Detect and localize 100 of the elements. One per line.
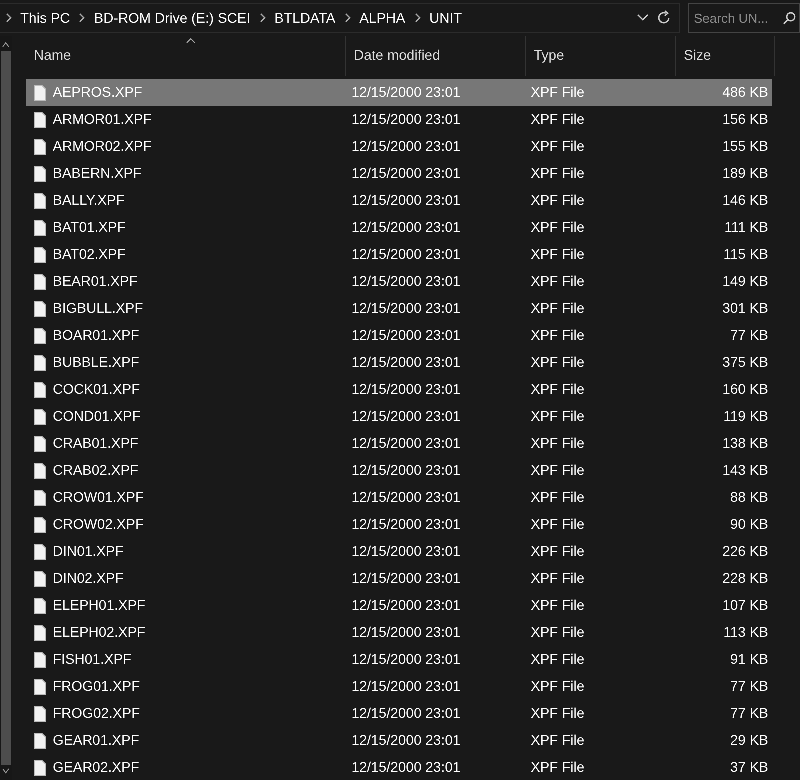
file-size: 29 KB [730,732,768,748]
file-row[interactable]: CRAB02.XPF 12/15/2000 23:01 XPF File 143 KB [26,457,772,484]
column-header[interactable]: Date modified [346,36,526,76]
file-size: 115 KB [724,246,768,262]
file-icon [34,408,46,425]
file-type: XPF File [530,84,585,100]
file-row[interactable]: BEAR01.XPF 12/15/2000 23:01 XPF File 149 KB [26,268,772,296]
refresh-icon[interactable] [656,10,672,26]
file-row[interactable]: BUBBLE.XPF 12/15/2000 23:01 XPF File 375 KB [26,349,772,376]
file-row[interactable]: ELEPH01.XPF 12/15/2000 23:01 XPF File 107 KB [26,592,772,620]
file-name: ARMOR02.XPF [53,137,152,156]
file-row[interactable]: BIGBULL.XPF 12/15/2000 23:01 XPF File 301 KB [26,295,772,322]
chevron-icon [4,13,14,23]
file-row[interactable]: DIN02.XPF 12/15/2000 23:01 XPF File 228 KB [26,565,772,592]
file-row[interactable]: BOAR01.XPF 12/15/2000 23:01 XPF File 77 KB [26,322,772,350]
file-icon [34,544,46,560]
file-icon [34,624,46,641]
file-type: XPF File [530,597,585,614]
breadcrumb-item[interactable]: BTLDATA [274,8,336,28]
file-type: XPF File [530,705,585,722]
file-row[interactable]: ARMOR02.XPF 12/15/2000 23:01 XPF File 155 KB [26,133,772,160]
file-type: XPF File [530,381,585,398]
file-row[interactable]: GEAR02.XPF 12/15/2000 23:01 XPF File 37 KB [26,754,772,780]
file-row[interactable]: ARMOR01.XPF 12/15/2000 23:01 XPF File 156 KB [26,106,772,134]
file-name: BAT02.XPF [53,245,126,264]
file-type: XPF File [530,192,585,208]
breadcrumb-item[interactable]: BD-ROM Drive (E:) SCEI [94,8,251,28]
file-icon [34,516,46,533]
file-size: 37 KB [730,759,768,776]
file-type: XPF File [530,543,585,560]
file-size: 156 KB [722,111,768,128]
scroll-up-icon[interactable] [2,42,10,48]
file-type: XPF File [530,489,585,506]
file-icon [34,436,46,452]
file-size: 111 KB [724,219,768,236]
scroll-down-icon[interactable] [2,768,10,774]
date-modified: 12/15/2000 23:01 [352,462,461,478]
date-modified: 12/15/2000 23:01 [352,300,461,316]
file-row[interactable]: BAT02.XPF 12/15/2000 23:01 XPF File 115 KB [26,241,772,268]
search-field[interactable]: Search UN... [688,3,800,33]
file-name: ELEPH01.XPF [53,596,146,616]
file-type: XPF File [530,111,585,128]
file-row[interactable]: CROW02.XPF 12/15/2000 23:01 XPF File 90 KB [26,511,772,538]
column-header[interactable]: Type [526,36,676,76]
breadcrumb-item[interactable]: UNIT [430,8,462,28]
file-row[interactable]: FROG02.XPF 12/15/2000 23:01 XPF File 77 KB [26,700,772,728]
address-bar[interactable]: This PC BD-ROM Drive (E:) SCEI BTLDATA ALPHA UNIT [0,3,680,33]
file-row[interactable]: CROW01.XPF 12/15/2000 23:01 XPF File 88 KB [26,484,772,512]
file-row[interactable]: AEPROS.XPF 12/15/2000 23:01 XPF File 486 KB [26,79,772,106]
file-row[interactable]: BAT01.XPF 12/15/2000 23:01 XPF File 111 KB [26,214,772,242]
file-type: XPF File [530,327,585,344]
file-name: BABERN.XPF [53,164,142,184]
breadcrumb-item[interactable]: ALPHA [360,8,406,28]
file-name: ARMOR01.XPF [53,110,152,130]
file-row[interactable]: BABERN.XPF 12/15/2000 23:01 XPF File 189 KB [26,160,772,188]
file-type: XPF File [530,165,585,182]
file-row[interactable]: FROG01.XPF 12/15/2000 23:01 XPF File 77 KB [26,673,772,700]
file-name: COND01.XPF [53,407,141,426]
date-modified: 12/15/2000 23:01 [352,138,461,154]
date-modified: 12/15/2000 23:01 [352,705,461,722]
file-icon [34,220,46,236]
breadcrumb-item[interactable]: This PC [20,8,70,28]
date-modified: 12/15/2000 23:01 [352,246,461,262]
file-name: BOAR01.XPF [53,326,140,346]
file-row[interactable]: GEAR01.XPF 12/15/2000 23:01 XPF File 29 KB [26,727,772,754]
file-size: 149 KB [722,273,768,290]
file-type: XPF File [530,462,585,478]
search-icon [783,12,796,25]
file-row[interactable]: FISH01.XPF 12/15/2000 23:01 XPF File 91 KB [26,646,772,674]
chevron-icon [258,13,268,23]
file-icon [34,678,46,695]
file-type: XPF File [530,354,585,370]
column-header[interactable]: Size [676,36,775,76]
file-icon [34,112,46,128]
file-size: 146 KB [722,192,768,208]
chevron-icon [77,13,88,23]
date-modified: 12/15/2000 23:01 [352,192,461,208]
file-icon [34,274,46,290]
file-name: FROG01.XPF [53,677,140,696]
date-modified: 12/15/2000 23:01 [352,435,461,452]
file-row[interactable]: BALLY.XPF 12/15/2000 23:01 XPF File 146 KB [26,187,772,214]
file-type: XPF File [530,273,585,290]
file-type: XPF File [530,678,585,694]
file-icon [34,246,46,263]
file-row[interactable]: CRAB01.XPF 12/15/2000 23:01 XPF File 138 KB [26,430,772,458]
file-row[interactable]: ELEPH02.XPF 12/15/2000 23:01 XPF File 113 KB [26,619,772,646]
file-type: XPF File [530,732,585,748]
chevron-icon [342,13,353,23]
column-header[interactable]: Name [26,36,346,76]
file-row[interactable]: COCK01.XPF 12/15/2000 23:01 XPF File 160 KB [26,376,772,404]
date-modified: 12/15/2000 23:01 [352,111,461,128]
file-size: 77 KB [730,327,768,344]
file-type: XPF File [530,651,585,668]
date-modified: 12/15/2000 23:01 [352,219,461,236]
date-modified: 12/15/2000 23:01 [352,759,461,776]
file-row[interactable]: COND01.XPF 12/15/2000 23:01 XPF File 119 KB [26,403,772,430]
file-row[interactable]: DIN01.XPF 12/15/2000 23:01 XPF File 226 KB [26,538,772,566]
file-size: 77 KB [730,678,768,694]
file-icon [34,652,46,668]
dropdown-icon[interactable] [637,14,649,22]
